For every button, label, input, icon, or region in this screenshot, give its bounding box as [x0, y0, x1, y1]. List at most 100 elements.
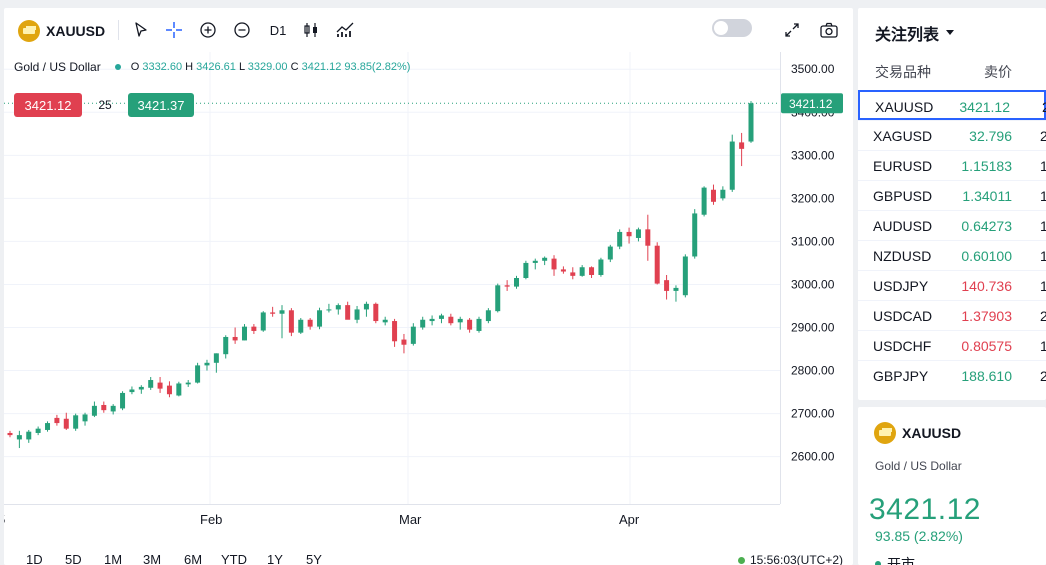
candlestick-chart[interactable]: 2600.00 2700.00 2800.00 2900.00 3000.00 3100.…	[4, 52, 853, 542]
watchlist-row[interactable]: NZDUSD 0.60100 1	[858, 240, 1046, 270]
zoom-out-icon[interactable]	[230, 18, 254, 42]
candle-body	[232, 336, 238, 341]
candle-body	[476, 318, 482, 331]
detail-name: Gold / US Dollar	[875, 459, 962, 473]
chart-toolbar: XAUUSD D1	[4, 8, 853, 52]
detail-symbol: XAUUSD	[902, 425, 962, 441]
candle-body	[204, 362, 210, 366]
low-value: 3329.00	[247, 61, 288, 73]
watchlist-row[interactable]: XAGUSD 32.796 2	[858, 120, 1046, 150]
candle-body	[514, 278, 520, 287]
change-value: 93.85(2.82%)	[344, 61, 411, 73]
candle-body	[270, 312, 276, 314]
cursor-arrow-icon[interactable]	[129, 18, 153, 42]
candle-body	[523, 262, 529, 278]
watchlist-next-column: 1	[1040, 188, 1046, 204]
candle-body	[467, 319, 473, 330]
timeframe-1d[interactable]: 1D	[26, 552, 43, 565]
buy-button[interactable]: 3421.37	[128, 93, 194, 117]
watchlist-price: 0.64273	[961, 218, 1012, 234]
candle-body	[213, 353, 219, 363]
candles-icon[interactable]	[299, 18, 323, 42]
watchlist-row[interactable]: GBPJPY 188.610 2	[858, 360, 1046, 390]
candle-body	[148, 380, 154, 388]
watchlist-price: 1.37903	[961, 308, 1012, 324]
watchlist-symbol: USDCHF	[873, 338, 932, 354]
candle-body	[692, 213, 698, 257]
candle-body	[392, 321, 398, 342]
bid-ask-panel: 3421.12 25 3421.37	[14, 93, 194, 117]
toolbar-divider	[118, 20, 119, 40]
watchlist-price: 32.796	[969, 128, 1012, 144]
candle-body	[664, 280, 670, 291]
x-tick-label: Mar	[399, 512, 422, 527]
candle-body	[176, 383, 182, 396]
candle-body	[26, 431, 32, 440]
candle-body	[748, 103, 754, 142]
candle-body	[82, 414, 88, 422]
crosshair-icon[interactable]	[162, 18, 186, 42]
candle-body	[120, 392, 126, 409]
candle-body	[589, 267, 595, 275]
watchlist-title-text: 关注列表	[875, 27, 940, 44]
timeframe-ytd[interactable]: YTD	[221, 552, 247, 565]
candle-body	[645, 229, 651, 246]
watchlist-price: 0.80575	[961, 338, 1012, 354]
y-tick-label: 2600.00	[791, 450, 835, 464]
watchlist-price: 1.34011	[962, 188, 1012, 204]
candle-body	[438, 315, 444, 319]
candle-body	[682, 256, 688, 296]
toggle-switch[interactable]	[712, 19, 752, 37]
timeframe-1y[interactable]: 1Y	[267, 552, 283, 565]
watchlist-next-column: 2	[1040, 368, 1046, 384]
column-symbol: 交易品种	[875, 64, 931, 80]
watchlist-row[interactable]: USDCAD 1.37903 2	[858, 300, 1046, 330]
candle-body	[166, 385, 172, 395]
sell-button[interactable]: 3421.12	[14, 93, 82, 117]
candle-body	[54, 417, 60, 424]
watchlist-row[interactable]: GBPUSD 1.34011 1	[858, 180, 1046, 210]
candle-body	[223, 336, 229, 355]
candle-body	[701, 187, 707, 215]
interval-button[interactable]: D1	[266, 18, 290, 42]
candle-body	[363, 303, 369, 310]
timeframe-1m[interactable]: 1M	[104, 552, 122, 565]
candle-body	[373, 303, 379, 322]
watchlist-row[interactable]: XAUUSD 3421.12 2	[858, 90, 1046, 120]
candle-body	[157, 382, 163, 389]
zoom-in-icon[interactable]	[196, 18, 220, 42]
watchlist-row[interactable]: EURUSD 1.15183 1	[858, 150, 1046, 180]
connection-dot	[737, 556, 745, 564]
symbol-selector[interactable]: XAUUSD	[18, 20, 105, 42]
candle-body	[542, 257, 548, 261]
y-tick-label: 3500.00	[791, 62, 835, 76]
candle-body	[288, 310, 294, 333]
instrument-name: Gold / US Dollar	[14, 60, 101, 74]
ohlc-values: O 3332.60 H 3426.61 L 3329.00 C 3421.12 …	[130, 61, 411, 73]
candle-body	[485, 310, 491, 322]
caret-down-icon	[946, 30, 955, 35]
timeframe-5y[interactable]: 5Y	[306, 552, 322, 565]
last-price-label: 3421.12	[789, 97, 833, 111]
camera-icon[interactable]	[817, 18, 841, 42]
y-tick-label: 2700.00	[791, 407, 835, 421]
timeframe-3m[interactable]: 3M	[143, 552, 161, 565]
candle-body	[345, 305, 351, 320]
fullscreen-icon[interactable]	[780, 18, 804, 42]
detail-price: 3421.12	[869, 493, 981, 526]
watchlist-next-column: 2	[1040, 308, 1046, 324]
timeframe-6m[interactable]: 6M	[184, 552, 202, 565]
candle-body	[129, 389, 135, 393]
timeframe-bar: 1D 5D 1M 3M 6M YTD 1Y 5Y 15:56:03(UTC+2)	[4, 548, 853, 565]
candle-body	[110, 405, 116, 412]
watchlist-row[interactable]: USDJPY 140.736 1	[858, 270, 1046, 300]
timeframe-5d[interactable]: 5D	[65, 552, 82, 565]
indicators-icon[interactable]	[333, 18, 357, 42]
status-text: 开市	[887, 556, 915, 565]
candle-body	[354, 309, 360, 320]
candle-body	[457, 318, 463, 323]
watchlist-row[interactable]: USDCHF 0.80575 1	[858, 330, 1046, 360]
watchlist-title[interactable]: 关注列表	[875, 21, 955, 45]
watchlist-row[interactable]: AUDUSD 0.64273 1	[858, 210, 1046, 240]
candle-body	[101, 404, 107, 411]
